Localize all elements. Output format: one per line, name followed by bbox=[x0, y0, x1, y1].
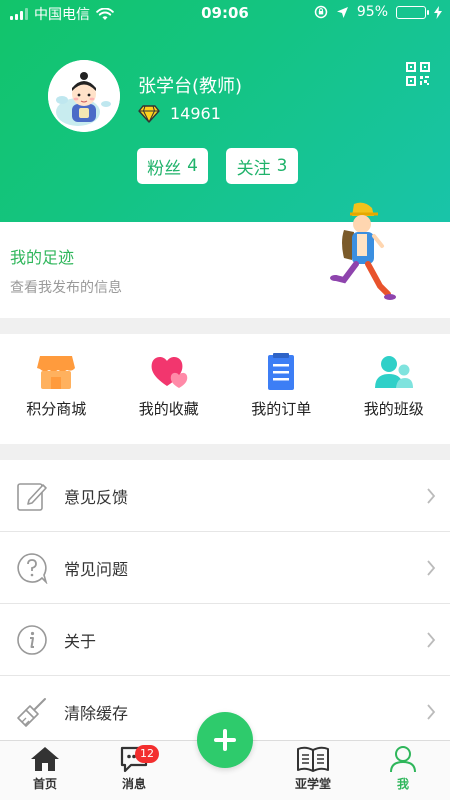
my-footprint-card[interactable]: 我的足迹 查看我发布的信息 bbox=[0, 202, 450, 318]
fans-button[interactable]: 粉丝 4 bbox=[137, 148, 208, 184]
status-bar: 中国电信 09:06 95% bbox=[0, 0, 450, 28]
question-icon bbox=[17, 553, 48, 584]
fans-count: 4 bbox=[187, 156, 198, 176]
qr-code-icon[interactable] bbox=[406, 62, 430, 86]
document-icon bbox=[268, 353, 295, 390]
points-row: 14961 bbox=[138, 104, 221, 123]
quick-link-label: 我的收藏 bbox=[138, 400, 199, 418]
charging-icon bbox=[434, 5, 442, 19]
unread-badge: 12 bbox=[135, 745, 159, 763]
chevron-right-icon bbox=[427, 632, 436, 648]
avatar-illustration bbox=[48, 60, 120, 132]
quick-link-points-mall[interactable]: 积分商城 bbox=[0, 334, 113, 444]
tab-label: 消息 bbox=[121, 777, 146, 791]
battery-percent: 95% bbox=[356, 4, 388, 20]
quick-link-label: 积分商城 bbox=[26, 400, 87, 418]
tab-label: 首页 bbox=[32, 777, 57, 791]
following-count: 3 bbox=[276, 156, 288, 176]
menu-item-feedback[interactable]: 意见反馈 bbox=[0, 460, 450, 532]
avatar[interactable] bbox=[48, 60, 120, 132]
people-icon bbox=[374, 356, 413, 388]
tab-label: 亚学堂 bbox=[294, 777, 331, 791]
walking-student-illustration bbox=[330, 202, 396, 300]
quick-link-favorites[interactable]: 我的收藏 bbox=[113, 334, 226, 444]
battery-icon bbox=[396, 5, 429, 19]
chevron-right-icon bbox=[427, 488, 436, 504]
add-post-button[interactable] bbox=[197, 712, 253, 768]
location-icon bbox=[336, 6, 348, 18]
book-icon bbox=[297, 746, 329, 772]
menu-item-label: 意见反馈 bbox=[64, 487, 129, 507]
broom-icon bbox=[17, 698, 46, 727]
following-label: 关注 bbox=[236, 158, 271, 179]
quick-link-orders[interactable]: 我的订单 bbox=[225, 334, 338, 444]
quick-links: 积分商城 我的收藏 我的订单 我的班级 bbox=[0, 334, 450, 444]
following-button[interactable]: 关注 3 bbox=[226, 148, 298, 184]
tab-home[interactable]: 首页 bbox=[10, 745, 80, 792]
person-icon bbox=[390, 746, 416, 773]
menu-item-about[interactable]: 关于 bbox=[0, 604, 450, 676]
quick-link-label: 我的班级 bbox=[363, 400, 424, 418]
tab-messages[interactable]: 消息 12 bbox=[99, 745, 169, 792]
fans-label: 粉丝 bbox=[147, 158, 182, 179]
points-value: 14961 bbox=[170, 104, 221, 123]
info-icon bbox=[17, 625, 47, 655]
menu-item-faq[interactable]: 常见问题 bbox=[0, 532, 450, 604]
settings-list: 意见反馈 常见问题 关于 清除缓存 bbox=[0, 460, 450, 748]
menu-item-label: 常见问题 bbox=[64, 559, 129, 579]
quick-link-my-class[interactable]: 我的班级 bbox=[338, 334, 450, 444]
chevron-right-icon bbox=[427, 560, 436, 576]
tab-label: 我 bbox=[396, 777, 409, 791]
chevron-right-icon bbox=[427, 704, 436, 720]
home-icon bbox=[31, 747, 59, 771]
user-name: 张学台(教师) bbox=[138, 76, 243, 97]
menu-item-label: 清除缓存 bbox=[64, 703, 129, 723]
footprint-subtitle: 查看我发布的信息 bbox=[10, 280, 122, 296]
footprint-title: 我的足迹 bbox=[10, 248, 75, 267]
quick-link-label: 我的订单 bbox=[251, 400, 312, 418]
tab-academy[interactable]: 亚学堂 bbox=[278, 745, 348, 792]
rotation-lock-icon bbox=[314, 5, 328, 19]
profile-header: 中国电信 09:06 95% 张学台(教师) 14961 粉丝 4 关注 3 bbox=[0, 0, 450, 222]
heart-icon bbox=[151, 357, 187, 388]
tab-me[interactable]: 我 bbox=[368, 745, 438, 792]
shop-icon bbox=[37, 356, 76, 389]
diamond-icon bbox=[138, 104, 160, 123]
edit-icon bbox=[17, 483, 47, 511]
menu-item-label: 关于 bbox=[64, 631, 97, 651]
